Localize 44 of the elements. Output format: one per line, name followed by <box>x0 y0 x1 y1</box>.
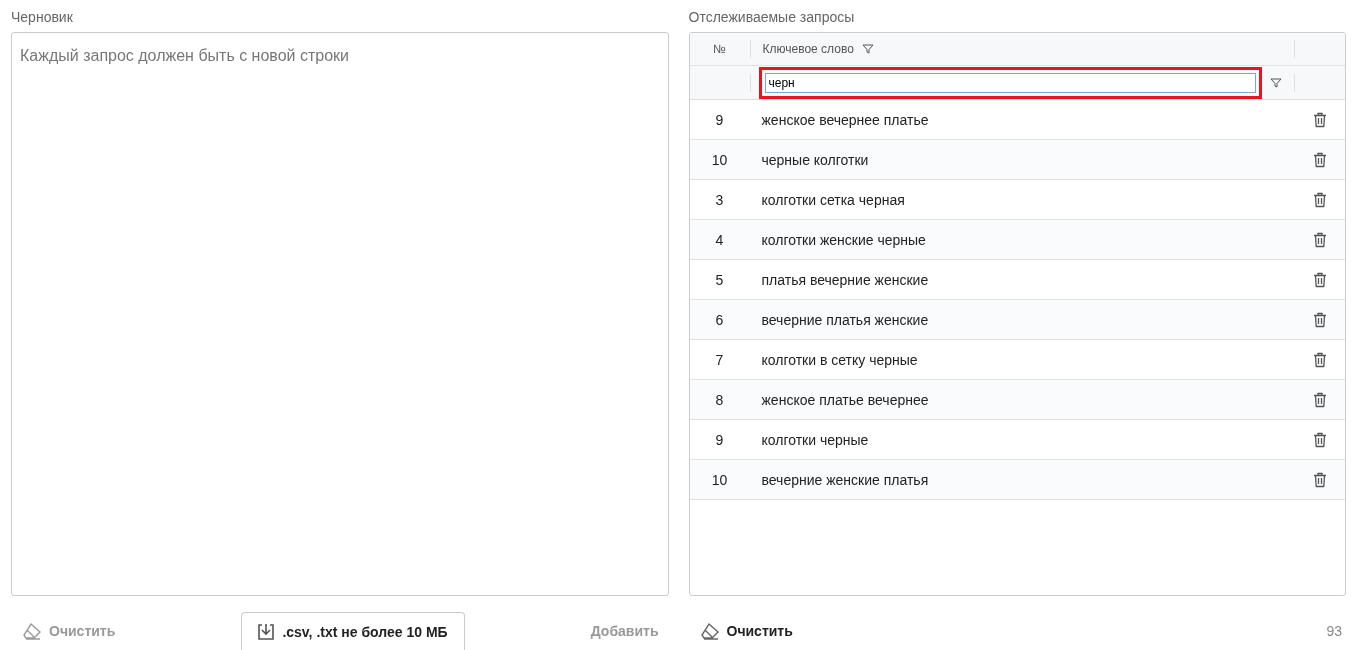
filter-icon[interactable] <box>1270 76 1282 89</box>
keyword-cell-text: колготки сетка черная <box>760 191 906 208</box>
trash-icon[interactable] <box>1312 431 1328 448</box>
column-header: № <box>712 42 727 56</box>
trash-icon[interactable] <box>1312 151 1328 168</box>
eraser-icon <box>23 621 43 641</box>
section-title: Отслеживаемые запросы <box>688 8 856 27</box>
row-number: 7 <box>714 351 725 368</box>
filter-icon[interactable] <box>861 43 874 55</box>
trash-icon[interactable] <box>1312 271 1328 288</box>
section-title: Черновик <box>11 8 74 27</box>
row-number: 4 <box>714 231 725 248</box>
row-number: 10 <box>710 151 729 168</box>
trash-icon[interactable] <box>1312 231 1328 248</box>
trash-icon[interactable] <box>1312 391 1328 408</box>
keyword-cell-text: женское платье вечернее <box>760 391 930 408</box>
row-number: 3 <box>714 191 725 208</box>
keyword-cell-text: платья вечерние женские <box>760 271 930 288</box>
upload-button[interactable]: .csv, .txt не более 10 МБ <box>241 612 465 650</box>
trash-icon[interactable] <box>1312 351 1328 368</box>
draft-textarea[interactable]: Каждый запрос должен быть с новой строки <box>11 32 669 596</box>
keyword-cell-text: колготки женские черные <box>760 231 927 248</box>
keyword-cell-text: колготки в сетку черные <box>760 351 919 368</box>
filter-field[interactable]: черн <box>764 72 1256 93</box>
keyword-cell-text: колготки черные <box>760 431 870 448</box>
row-number: 9 <box>714 111 725 128</box>
eraser-icon <box>700 621 721 641</box>
download-icon <box>256 621 277 642</box>
trash-icon[interactable] <box>1312 311 1328 328</box>
clear-button[interactable]: Очистить <box>688 612 803 650</box>
keyword-cell-text: вечерние женские платья <box>760 471 930 488</box>
total-count: 93 <box>1326 622 1343 641</box>
keyword-cell-text: вечерние платья женские <box>760 311 930 328</box>
trash-icon[interactable] <box>1312 191 1328 208</box>
trash-icon[interactable] <box>1312 471 1328 488</box>
row-number: 5 <box>714 271 725 288</box>
column-header: Ключевое слово <box>762 42 854 56</box>
row-number: 10 <box>710 471 729 488</box>
keyword-cell-text: черные колготки <box>760 151 870 168</box>
row-number: 6 <box>714 311 725 328</box>
trash-icon[interactable] <box>1312 111 1328 128</box>
row-number: 8 <box>714 391 725 408</box>
row-number: 9 <box>714 431 725 448</box>
keyword-cell-text: женское вечернее платье <box>760 111 930 128</box>
